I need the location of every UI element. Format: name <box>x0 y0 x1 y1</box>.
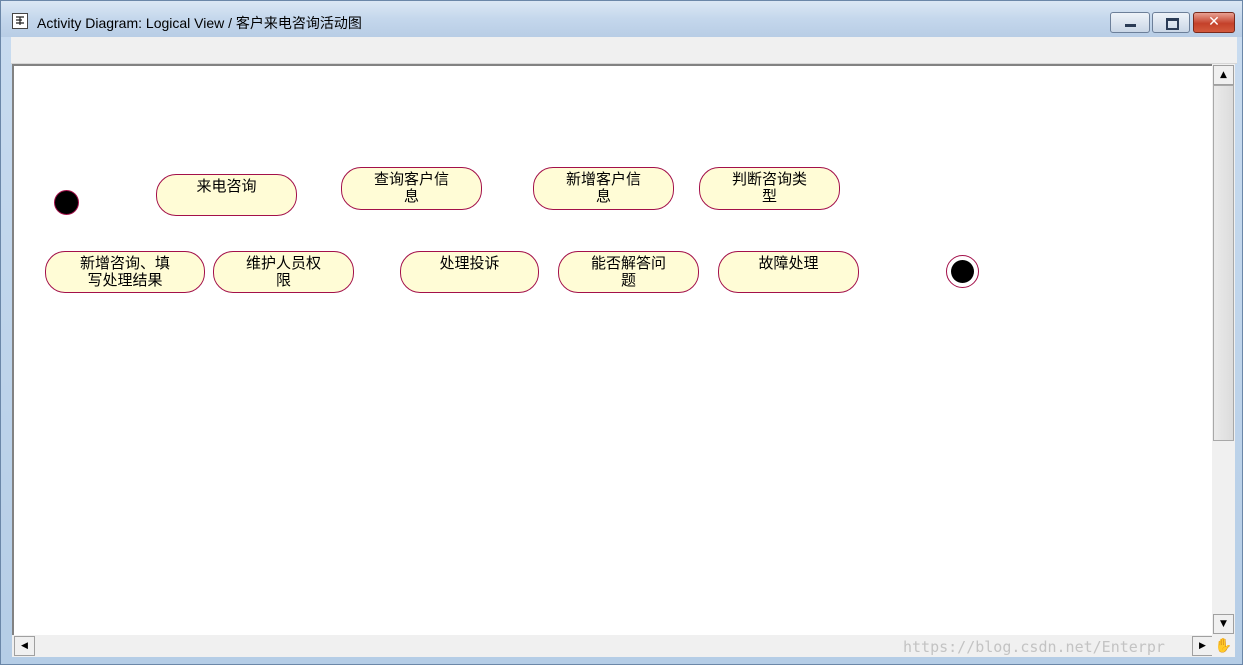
activity-label: 新增咨询、填 写处理结果 <box>79 254 170 289</box>
final-state-node[interactable] <box>946 255 979 288</box>
activity-node[interactable]: 来电咨询 <box>156 174 297 216</box>
scroll-right-icon: ▶ <box>1199 641 1206 651</box>
activity-label: 来电咨询 <box>196 177 257 195</box>
maximize-icon <box>1153 13 1189 32</box>
activity-label: 故障处理 <box>758 254 819 272</box>
scroll-left-icon: ◀ <box>21 641 28 651</box>
activity-label: 处理投诉 <box>439 254 500 272</box>
activity-node[interactable]: 维护人员权限 <box>213 251 354 293</box>
activity-node[interactable]: 判断咨询类型 <box>699 167 840 210</box>
close-button[interactable]: ✕ <box>1193 12 1235 33</box>
minimize-icon <box>1111 13 1149 32</box>
watermark-text: https://blog.csdn.net/Enterpr <box>903 638 1165 656</box>
scroll-up-icon: ▲ <box>1220 70 1227 80</box>
window-title: Activity Diagram: Logical View / 客户来电咨询活… <box>37 15 362 31</box>
activity-label: 能否解答问题 <box>590 254 666 289</box>
scroll-left-button[interactable]: ◀ <box>14 636 35 656</box>
diagram-window: Activity Diagram: Logical View / 客户来电咨询活… <box>0 0 1243 665</box>
activity-node[interactable]: 查询客户信息 <box>341 167 482 210</box>
close-icon: ✕ <box>1208 14 1220 30</box>
scroll-right-button[interactable]: ▶ <box>1192 636 1213 656</box>
activity-node[interactable]: 能否解答问题 <box>558 251 699 293</box>
minimize-button[interactable] <box>1110 12 1150 33</box>
vertical-scroll-thumb[interactable] <box>1213 85 1234 441</box>
maximize-button[interactable] <box>1152 12 1190 33</box>
vertical-scrollbar[interactable]: ▲ ▼ <box>1212 64 1235 635</box>
initial-state-node[interactable] <box>54 190 79 215</box>
activity-label: 新增客户信息 <box>565 170 641 205</box>
activity-node[interactable]: 新增客户信息 <box>533 167 674 210</box>
toolbar-strip <box>11 37 1237 64</box>
activity-label: 查询客户信息 <box>373 170 449 205</box>
title-bar[interactable]: Activity Diagram: Logical View / 客户来电咨询活… <box>1 1 1242 37</box>
scroll-down-icon: ▼ <box>1220 619 1227 629</box>
activity-label: 判断咨询类型 <box>731 170 807 205</box>
activity-node[interactable]: 故障处理 <box>718 251 859 293</box>
activity-label: 维护人员权限 <box>245 254 321 289</box>
activity-node[interactable]: 处理投诉 <box>400 251 539 293</box>
activity-diagram-icon <box>12 13 28 29</box>
diagram-canvas[interactable]: 来电咨询 查询客户信息 新增客户信息 判断咨询类型 新增咨询、填 写处理结果 维护… <box>12 64 1212 635</box>
activity-node[interactable]: 新增咨询、填 写处理结果 <box>45 251 205 293</box>
pan-hand-icon[interactable]: ✋ <box>1212 635 1235 657</box>
scroll-down-button[interactable]: ▼ <box>1213 614 1234 634</box>
scroll-up-button[interactable]: ▲ <box>1213 65 1234 85</box>
